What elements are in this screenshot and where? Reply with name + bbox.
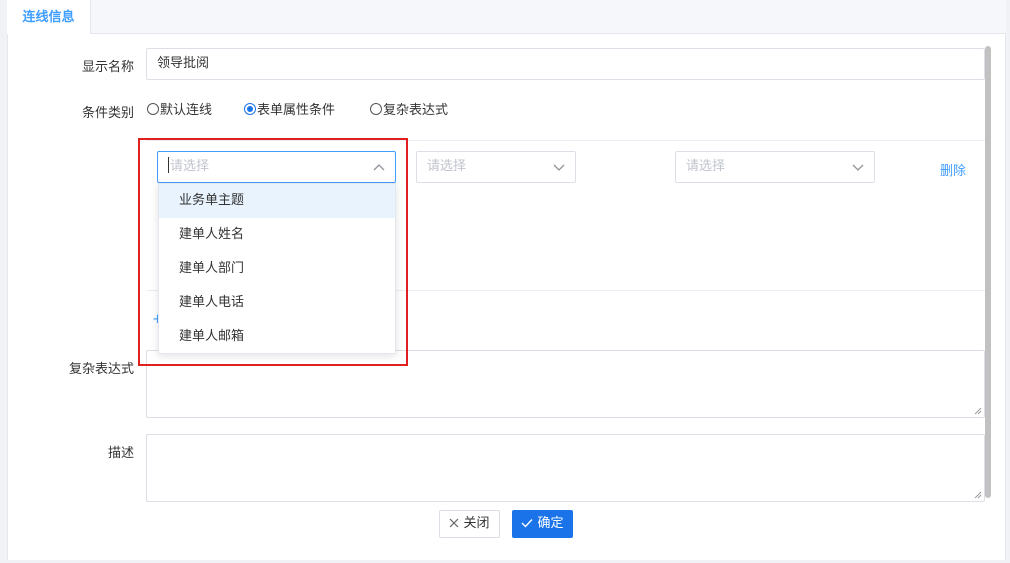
chevron-up-icon xyxy=(373,164,385,171)
radio-unchecked-icon xyxy=(370,103,382,115)
radio-checked-icon xyxy=(244,103,256,115)
condition-operator-placeholder: 请选择 xyxy=(427,159,467,174)
confirm-button[interactable]: 确定 xyxy=(512,510,573,538)
condition-value-select[interactable]: 请选择 xyxy=(675,151,875,183)
dropdown-option[interactable]: 建单人姓名 xyxy=(159,218,395,252)
check-icon xyxy=(521,519,533,528)
vertical-scrollbar[interactable] xyxy=(985,46,991,498)
condition-value-placeholder: 请选择 xyxy=(686,159,726,174)
condition-operator-select[interactable]: 请选择 xyxy=(416,151,576,183)
field-options-dropdown: 业务单主题 建单人姓名 建单人部门 建单人电话 建单人邮箱 xyxy=(158,183,396,354)
resize-grip-icon[interactable] xyxy=(974,491,982,499)
display-name-input[interactable]: 领导批阅 xyxy=(146,48,985,80)
radio-complex-expression-label: 复杂表达式 xyxy=(383,103,449,118)
radio-form-property-condition-label: 表单属性条件 xyxy=(257,103,336,118)
chevron-down-icon xyxy=(852,164,864,171)
dropdown-option[interactable]: 建单人邮箱 xyxy=(159,320,395,354)
close-button[interactable]: 关闭 xyxy=(439,510,500,538)
dropdown-option[interactable]: 业务单主题 xyxy=(159,184,395,218)
window-left-edge xyxy=(0,0,7,563)
description-textarea[interactable] xyxy=(146,434,985,502)
chevron-down-icon xyxy=(553,164,565,171)
close-icon xyxy=(450,518,459,528)
display-name-label: 显示名称 xyxy=(81,60,134,75)
radio-default-connection[interactable]: 默认连线 xyxy=(147,101,212,121)
condition-field-select[interactable]: 请选择 xyxy=(157,151,396,183)
complex-expression-label: 复杂表达式 xyxy=(68,362,134,377)
condition-type-label: 条件类别 xyxy=(81,106,134,121)
radio-default-connection-label: 默认连线 xyxy=(160,103,213,118)
dropdown-option[interactable]: 建单人部门 xyxy=(159,252,395,286)
radio-unchecked-icon xyxy=(147,103,159,115)
radio-form-property-condition[interactable]: 表单属性条件 xyxy=(244,101,335,121)
complex-expression-textarea[interactable] xyxy=(146,350,985,418)
description-label: 描述 xyxy=(107,446,134,461)
tab-connection-info[interactable]: 连线信息 xyxy=(7,0,91,35)
dropdown-option[interactable]: 建单人电话 xyxy=(159,286,395,320)
delete-condition-link[interactable]: 删除 xyxy=(940,160,966,179)
condition-field-placeholder: 请选择 xyxy=(170,159,210,174)
text-cursor xyxy=(168,157,169,173)
tab-bar: 连线信息 xyxy=(7,0,1006,35)
radio-complex-expression[interactable]: 复杂表达式 xyxy=(370,101,448,121)
close-button-label: 关闭 xyxy=(463,516,490,531)
resize-grip-icon[interactable] xyxy=(974,407,982,415)
confirm-button-label: 确定 xyxy=(537,516,564,531)
